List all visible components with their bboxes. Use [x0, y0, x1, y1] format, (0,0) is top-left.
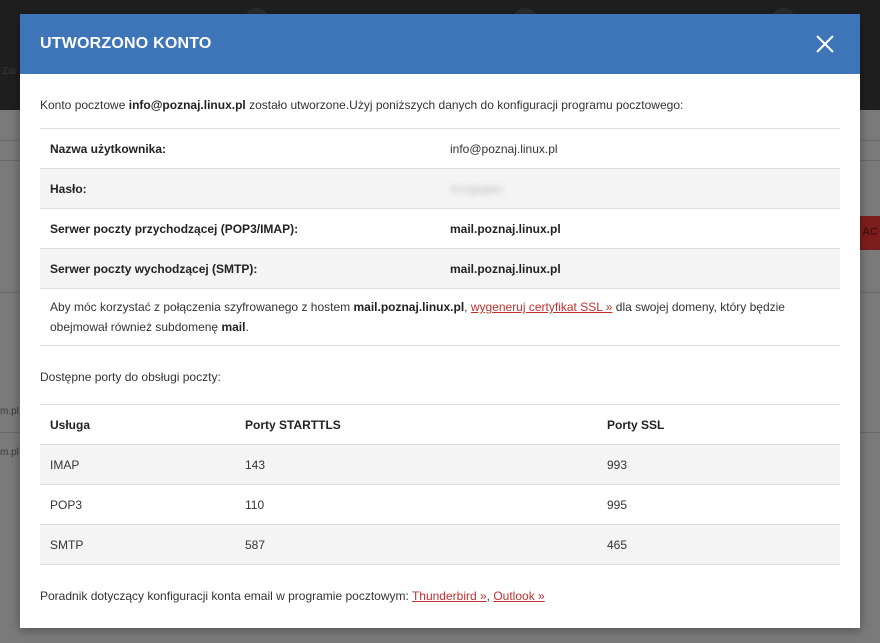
ssl-note-text: ,	[464, 300, 471, 314]
credentials-row-password: Hasło: Xrzqjrgwu	[40, 168, 840, 209]
intro-prefix: Konto pocztowe	[40, 98, 129, 112]
table-row: SMTP 587 465	[40, 524, 840, 565]
credentials-row-username: Nazwa użytkownika: info@poznaj.linux.pl	[40, 128, 840, 169]
ssl-note-text: Aby móc korzystać z połączenia szyfrowan…	[50, 300, 354, 314]
ssl-port: 993	[607, 457, 628, 472]
ports-header-starttls: Porty STARTTLS	[245, 417, 341, 432]
account-created-modal: UTWORZONO KONTO Konto pocztowe info@pozn…	[20, 14, 860, 628]
username-value: info@poznaj.linux.pl	[450, 141, 558, 156]
starttls-port: 110	[245, 497, 265, 512]
service-name: POP3	[50, 497, 83, 512]
modal-header: UTWORZONO KONTO	[20, 14, 860, 74]
ssl-port: 995	[607, 497, 628, 512]
credentials-row-incoming-server: Serwer poczty przychodzącej (POP3/IMAP):…	[40, 208, 840, 249]
password-value-cell: Xrzqjrgwu	[440, 169, 840, 209]
ssl-port: 465	[607, 537, 628, 552]
background-text: m.pl	[0, 406, 19, 417]
ports-table: Usługa Porty STARTTLS Porty SSL IMAP 143…	[40, 404, 840, 565]
ports-header-service: Usługa	[50, 417, 91, 432]
ssl-note-subdomain: mail	[221, 320, 246, 334]
intro-suffix: zostało utworzone.Użyj poniższych danych…	[245, 98, 684, 112]
guide-text: Poradnik dotyczący konfiguracji konta em…	[40, 589, 840, 603]
ports-header-row: Usługa Porty STARTTLS Porty SSL	[40, 404, 840, 445]
outgoing-server-value: mail.poznaj.linux.pl	[450, 261, 561, 276]
incoming-server-label: Serwer poczty przychodzącej (POP3/IMAP):	[50, 221, 299, 236]
credentials-table: Nazwa użytkownika: info@poznaj.linux.pl …	[40, 128, 840, 346]
generate-ssl-link[interactable]: wygeneruj certyfikat SSL »	[471, 300, 613, 314]
password-label: Hasło:	[50, 181, 87, 196]
incoming-server-value: mail.poznaj.linux.pl	[450, 221, 561, 236]
background-text: Zar	[2, 66, 17, 77]
background-red-button-label: AC	[862, 226, 878, 238]
intro-text: Konto pocztowe info@poznaj.linux.pl zost…	[40, 96, 840, 114]
starttls-port: 143	[245, 457, 266, 472]
outlook-link[interactable]: Outlook »	[493, 589, 544, 603]
username-label: Nazwa użytkownika:	[50, 141, 167, 156]
intro-email: info@poznaj.linux.pl	[128, 98, 246, 112]
credentials-row-outgoing-server: Serwer poczty wychodzącej (SMTP): mail.p…	[40, 248, 840, 289]
outgoing-server-label: Serwer poczty wychodzącej (SMTP):	[50, 261, 258, 276]
ssl-note-text: .	[245, 320, 249, 334]
modal-body: Konto pocztowe info@poznaj.linux.pl zost…	[20, 74, 860, 603]
ports-header-ssl: Porty SSL	[607, 417, 665, 432]
modal-title: UTWORZONO KONTO	[40, 35, 212, 52]
close-button[interactable]	[814, 33, 836, 55]
service-name: SMTP	[50, 537, 84, 552]
ssl-note: Aby móc korzystać z połączenia szyfrowan…	[40, 289, 840, 346]
table-row: IMAP 143 993	[40, 444, 840, 485]
background-text: m.pl	[0, 447, 19, 458]
close-icon	[816, 35, 834, 53]
password-value-blurred: Xrzqjrgwu	[450, 181, 504, 196]
ssl-note-row: Aby móc korzystać z połączenia szyfrowan…	[40, 288, 840, 346]
thunderbird-link[interactable]: Thunderbird »	[412, 589, 487, 603]
starttls-port: 587	[245, 537, 266, 552]
ssl-note-host: mail.poznaj.linux.pl	[353, 300, 465, 314]
ports-caption: Dostępne porty do obsługi poczty:	[40, 370, 221, 384]
guide-prefix: Poradnik dotyczący konfiguracji konta em…	[40, 589, 412, 603]
service-name: IMAP	[50, 457, 80, 472]
table-row: POP3 110 995	[40, 484, 840, 525]
